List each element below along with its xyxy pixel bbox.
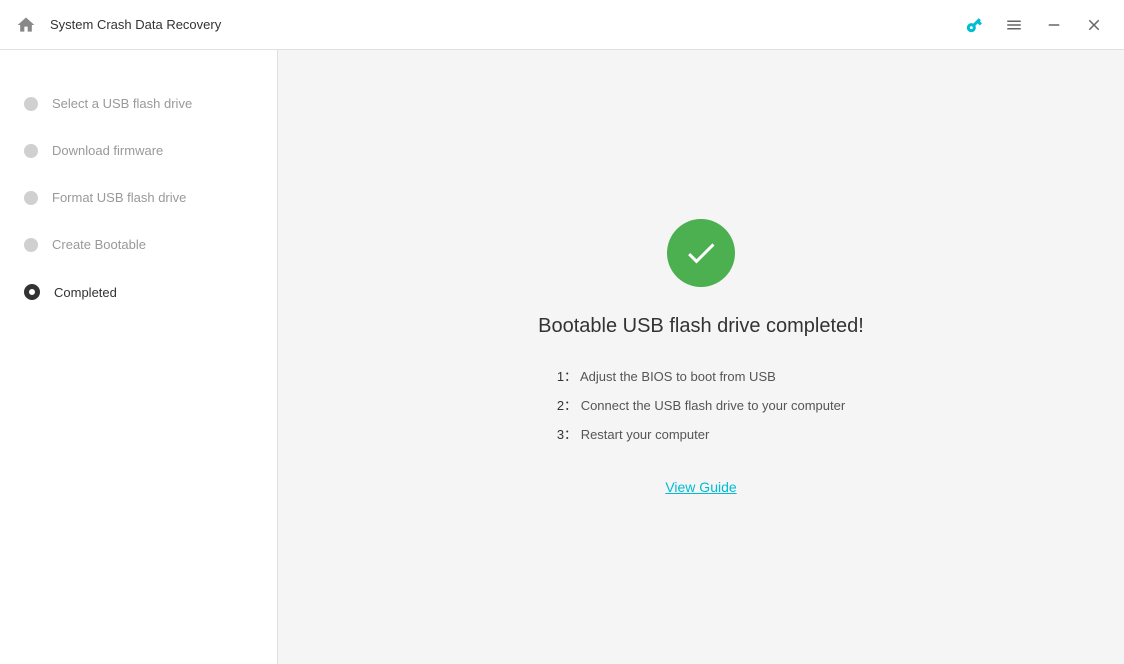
sidebar-item-download-firmware[interactable]: Download firmware [0, 127, 277, 174]
sidebar-item-format-usb[interactable]: Format USB flash drive [0, 174, 277, 221]
sidebar-label-format-usb: Format USB flash drive [52, 190, 186, 205]
step-dot-2 [24, 144, 38, 158]
key-button[interactable] [956, 7, 992, 43]
instruction-1: 1： Adjust the BIOS to boot from USB [557, 366, 845, 385]
instruction-num-3: 3： [557, 427, 577, 442]
instruction-text-3: Restart your computer [581, 427, 710, 442]
app-title: System Crash Data Recovery [50, 17, 956, 32]
completion-title: Bootable USB flash drive completed! [538, 315, 864, 338]
menu-button[interactable] [996, 7, 1032, 43]
sidebar-label-select-usb: Select a USB flash drive [52, 96, 192, 111]
success-icon [667, 219, 735, 287]
instruction-2: 2： Connect the USB flash drive to your c… [557, 395, 845, 414]
titlebar: System Crash Data Recovery [0, 0, 1124, 50]
instructions-list: 1： Adjust the BIOS to boot from USB 2： C… [557, 366, 845, 443]
app-body: Select a USB flash drive Download firmwa… [0, 50, 1124, 664]
sidebar-item-completed[interactable]: Completed [0, 268, 277, 316]
close-button[interactable] [1076, 7, 1112, 43]
main-content: Bootable USB flash drive completed! 1： A… [278, 50, 1124, 664]
instruction-text-2: Connect the USB flash drive to your comp… [581, 398, 845, 413]
view-guide-button[interactable]: View Guide [665, 479, 736, 495]
sidebar-item-select-usb[interactable]: Select a USB flash drive [0, 80, 277, 127]
instruction-num-2: 2： [557, 398, 577, 413]
sidebar: Select a USB flash drive Download firmwa… [0, 50, 278, 664]
step-dot-3 [24, 191, 38, 205]
step-dot-5 [24, 284, 40, 300]
step-dot-1 [24, 97, 38, 111]
minimize-button[interactable] [1036, 7, 1072, 43]
sidebar-label-download-firmware: Download firmware [52, 143, 163, 158]
sidebar-label-create-bootable: Create Bootable [52, 237, 146, 252]
window-controls [956, 7, 1112, 43]
sidebar-item-create-bootable[interactable]: Create Bootable [0, 221, 277, 268]
instruction-num-1: 1： [557, 369, 577, 384]
instruction-text-1: Adjust the BIOS to boot from USB [580, 369, 776, 384]
sidebar-label-completed: Completed [54, 285, 117, 300]
home-icon[interactable] [12, 11, 40, 39]
instruction-3: 3： Restart your computer [557, 424, 845, 443]
step-dot-4 [24, 238, 38, 252]
